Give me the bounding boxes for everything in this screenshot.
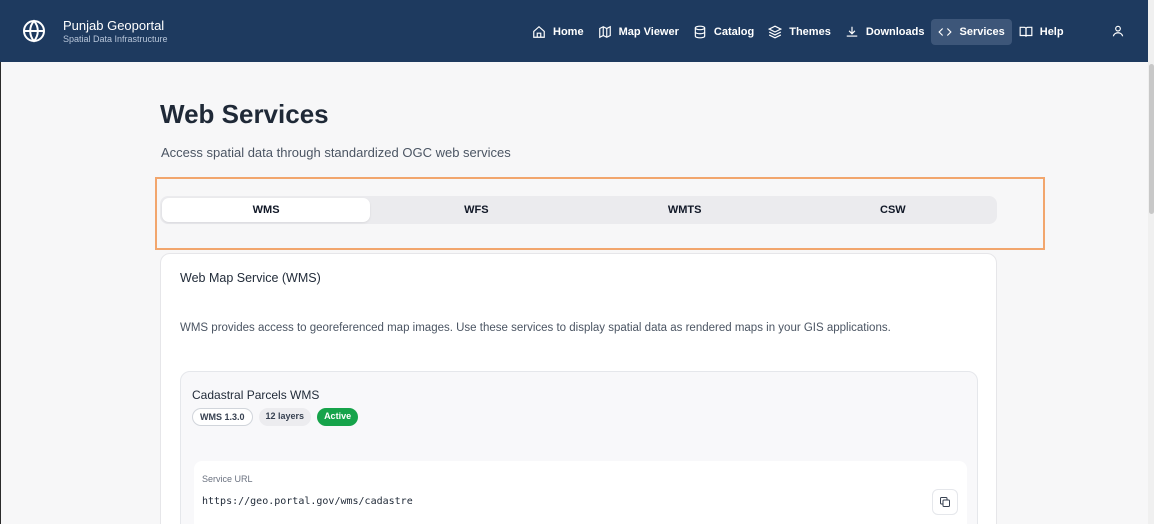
page-subtitle: Access spatial data through standardized… [161,145,511,160]
service-type-tabs: WMS WFS WMTS CSW [160,196,997,224]
top-navbar: Punjab Geoportal Spatial Data Infrastruc… [0,0,1148,62]
brand-subtitle: Spatial Data Infrastructure [63,33,168,44]
user-icon[interactable] [1111,24,1125,38]
status-badge: Active [317,408,359,426]
nav-home[interactable]: Home [525,19,591,45]
service-url-box: Service URL https://geo.portal.gov/wms/c… [194,461,967,524]
nav-themes[interactable]: Themes [761,19,838,45]
download-icon [846,26,858,37]
page-title: Web Services [160,99,329,129]
nav-map-viewer[interactable]: Map Viewer [591,19,686,45]
card-title: Web Map Service (WMS) [180,271,321,285]
tab-wms[interactable]: WMS [162,198,371,222]
layer-count-badge: 12 layers [258,408,312,426]
tab-csw[interactable]: CSW [789,196,997,224]
nav-downloads[interactable]: Downloads [838,19,932,45]
nav-map-viewer-label: Map Viewer [618,26,679,38]
card-description: WMS provides access to georeferenced map… [180,322,891,334]
nav-catalog-label: Catalog [713,26,755,38]
code-icon [938,28,953,36]
main-nav: Home Map Viewer Catalog Themes Downloads… [525,19,1071,45]
nav-home-label: Home [553,26,584,38]
nav-help[interactable]: Help [1012,19,1071,45]
nav-help-label: Help [1039,26,1064,38]
nav-catalog[interactable]: Catalog [686,19,761,45]
nav-downloads-label: Downloads [865,26,925,38]
service-badges: WMS 1.3.0 12 layers Active [192,408,364,426]
globe-icon [23,19,45,43]
scrollbar-thumb[interactable] [1149,64,1154,214]
service-entry: Cadastral Parcels WMS WMS 1.3.0 12 layer… [180,371,978,524]
nav-services[interactable]: Services [931,19,1012,45]
service-title: Cadastral Parcels WMS [192,388,320,402]
tab-wmts[interactable]: WMTS [581,196,789,224]
version-badge: WMS 1.3.0 [192,408,253,426]
copy-url-button[interactable] [932,489,958,515]
service-url-label: Service URL [202,474,253,484]
copy-icon [940,497,950,507]
brand[interactable]: Punjab Geoportal Spatial Data Infrastruc… [0,19,168,44]
layers-icon [768,25,783,39]
database-icon [694,25,706,39]
nav-themes-label: Themes [789,26,831,38]
home-icon [533,25,545,38]
book-icon [1019,26,1033,37]
tab-wfs[interactable]: WFS [372,196,580,224]
window-edge [0,62,1,524]
service-url-value[interactable]: https://geo.portal.gov/wms/cadastre [202,496,413,507]
nav-services-label: Services [959,26,1005,38]
map-icon [598,25,611,39]
brand-title: Punjab Geoportal [63,17,165,33]
